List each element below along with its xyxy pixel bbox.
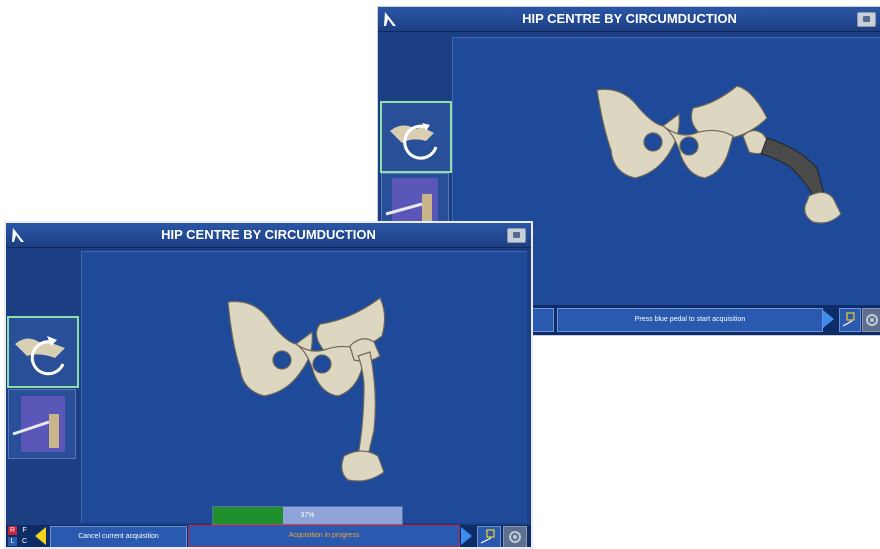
arrow-right-icon[interactable]: [461, 527, 472, 545]
step-circumduction[interactable]: [380, 101, 452, 173]
camera-icon[interactable]: [507, 228, 526, 243]
front-title-bar: HIP CENTRE BY CIRCUMDUCTION: [6, 223, 531, 248]
front-window: HIP CENTRE BY CIRCUMDUCTION 37% R F L C …: [4, 221, 533, 549]
pelvis-femur-model: [227, 297, 386, 482]
front-footer: R F L C Cancel current acquisition Acqui…: [6, 525, 531, 547]
tracker-icon[interactable]: [839, 308, 861, 332]
acquisition-status-text: Acquisition in progress: [288, 532, 360, 539]
cancel-acquisition-label: Cancel current acquisition: [78, 533, 159, 540]
circumduction-icon: [390, 123, 438, 160]
progress-label: 37%: [300, 512, 315, 519]
front-3d-viewport[interactable]: [81, 251, 527, 523]
logo-icon: [384, 12, 396, 26]
camera-icon[interactable]: [857, 12, 876, 27]
acquisition-progress-bar: 37%: [212, 506, 403, 525]
arrow-right-icon[interactable]: [823, 310, 834, 328]
back-title-bar: HIP CENTRE BY CIRCUMDUCTION: [378, 7, 880, 32]
back-status-button: Press blue pedal to start acquisition: [557, 308, 823, 332]
circumduction-icon: [15, 336, 65, 376]
arrow-left-icon[interactable]: [35, 527, 46, 545]
page-title: HIP CENTRE BY CIRCUMDUCTION: [522, 11, 737, 26]
logo-icon: [12, 228, 24, 242]
page-title: HIP CENTRE BY CIRCUMDUCTION: [161, 227, 376, 242]
gear-icon[interactable]: [862, 308, 880, 332]
step-circumduction[interactable]: [7, 316, 79, 388]
side-indicator-r: R: [8, 526, 17, 535]
side-indicator-f: F: [22, 527, 27, 534]
acquisition-status-button: Acquisition in progress: [188, 525, 460, 547]
back-status-text: Press blue pedal to start acquisition: [634, 316, 746, 323]
step-leg-probe[interactable]: [8, 389, 76, 459]
leg-probe-icon: [12, 396, 65, 452]
